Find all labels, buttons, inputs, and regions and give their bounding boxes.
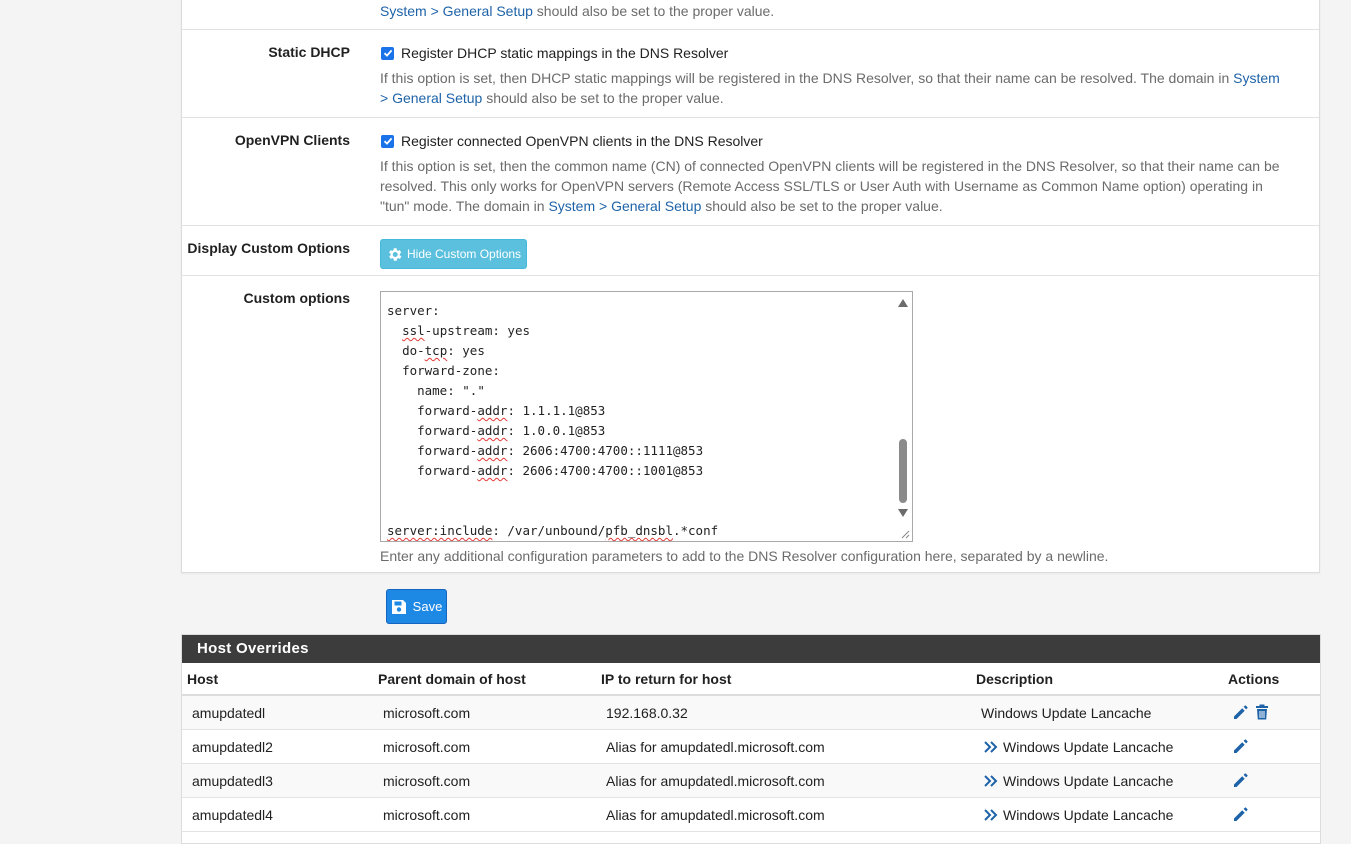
edit-icon[interactable]	[1232, 737, 1250, 755]
col-host[interactable]: Host	[187, 671, 218, 687]
static-dhcp-help: If this option is set, then DHCP static …	[380, 70, 1280, 106]
cell-host: amupdatedl3	[192, 773, 273, 789]
cell-ip: Alias for amupdatedl.microsoft.com	[606, 773, 825, 789]
textarea-scrollbar[interactable]	[895, 292, 912, 541]
static-dhcp-checkbox-line[interactable]: Register DHCP static mappings in the DNS…	[380, 43, 1291, 63]
col-parent-domain[interactable]: Parent domain of host	[378, 671, 526, 687]
edit-icon[interactable]	[1232, 805, 1250, 823]
scroll-down-arrow-icon[interactable]	[898, 509, 908, 517]
cell-domain: microsoft.com	[383, 739, 471, 755]
cell-description: Windows Update Lancache	[983, 807, 1173, 823]
cell-host: amupdatedl	[192, 705, 266, 721]
cell-host: amupdatedl2	[192, 739, 273, 755]
system-general-setup-link[interactable]: System > General Setup	[380, 3, 533, 19]
openvpn-general-setup-link[interactable]: System > General Setup	[548, 198, 701, 214]
code-line: forward-addr: 2606:4700:4700::1111@853	[417, 443, 704, 458]
code-line: forward-addr: 1.1.1.1@853	[417, 403, 606, 418]
cell-description: Windows Update Lancache	[981, 705, 1152, 721]
table-header: Host Parent domain of host IP to return …	[182, 663, 1320, 696]
cell-ip: 192.168.0.32	[606, 705, 688, 721]
openvpn-clients-checkbox-label[interactable]: Register connected OpenVPN clients in th…	[401, 133, 763, 149]
code-line: server:	[387, 303, 440, 318]
table-row: amupdatedl2 microsoft.com Alias for amup…	[182, 730, 1320, 764]
custom-options-row: Custom options server: ssl-upstream: yes…	[182, 276, 1319, 572]
code-line: forward-addr: 1.0.0.1@853	[417, 423, 606, 438]
openvpn-clients-row: OpenVPN Clients Register connected OpenV…	[182, 118, 1319, 226]
top-note-help: System > General Setup should also be se…	[380, 3, 775, 19]
floppy-disk-icon	[391, 599, 406, 614]
edit-icon[interactable]	[1232, 703, 1250, 721]
double-chevron-right-icon	[984, 775, 998, 787]
cell-description: Windows Update Lancache	[983, 739, 1173, 755]
code-line: forward-zone:	[402, 363, 500, 378]
gear-icon	[389, 247, 402, 261]
edit-icon[interactable]	[1232, 771, 1250, 789]
static-dhcp-checkbox[interactable]	[381, 46, 394, 60]
col-actions: Actions	[1228, 671, 1280, 687]
static-dhcp-label: Static DHCP	[268, 44, 350, 60]
save-button[interactable]: Save	[386, 589, 447, 624]
host-overrides-title: Host Overrides	[182, 635, 1320, 663]
table-row: amupdatedl microsoft.com 192.168.0.32 Wi…	[182, 696, 1320, 730]
custom-options-textarea[interactable]: server: ssl-upstream: yes do-tcp: yes fo…	[380, 291, 913, 542]
double-chevron-right-icon	[984, 809, 998, 821]
table-row: amupdatedl4 microsoft.com Alias for amup…	[182, 798, 1320, 832]
scroll-up-arrow-icon[interactable]	[898, 299, 908, 307]
code-line: name: "."	[417, 383, 485, 398]
code-line: server:include: /var/unbound/pfb_dnsbl.*…	[387, 523, 719, 538]
openvpn-clients-checkbox[interactable]	[381, 134, 394, 148]
custom-options-help: Enter any additional configuration param…	[380, 548, 1109, 564]
openvpn-clients-help: If this option is set, then the common n…	[380, 158, 1280, 214]
resize-handle-icon[interactable]	[900, 529, 910, 539]
hide-custom-options-label[interactable]: Hide Custom Options	[407, 247, 521, 261]
table-row: amupdatedl3 microsoft.com Alias for amup…	[182, 764, 1320, 798]
display-custom-options-label: Display Custom Options	[187, 240, 350, 256]
top-note-row: System > General Setup should also be se…	[182, 0, 1319, 30]
cell-ip: Alias for amupdatedl.microsoft.com	[606, 807, 825, 823]
static-dhcp-row: Static DHCP Register DHCP static mapping…	[182, 30, 1319, 118]
code-line: do-tcp: yes	[402, 343, 485, 358]
cell-description: Windows Update Lancache	[983, 773, 1173, 789]
col-description[interactable]: Description	[976, 671, 1053, 687]
col-ip[interactable]: IP to return for host	[601, 671, 731, 687]
save-label[interactable]: Save	[413, 599, 443, 614]
double-chevron-right-icon	[984, 741, 998, 753]
cell-domain: microsoft.com	[383, 773, 471, 789]
resolver-settings-panel: System > General Setup should also be se…	[181, 0, 1320, 573]
openvpn-clients-checkbox-line[interactable]: Register connected OpenVPN clients in th…	[380, 131, 1291, 151]
trash-icon[interactable]	[1253, 703, 1271, 721]
static-dhcp-checkbox-label[interactable]: Register DHCP static mappings in the DNS…	[401, 45, 728, 61]
openvpn-clients-label: OpenVPN Clients	[234, 132, 350, 148]
hide-custom-options-button[interactable]: Hide Custom Options	[380, 239, 528, 269]
custom-options-label: Custom options	[243, 290, 350, 306]
host-overrides-panel: Host Overrides Host Parent domain of hos…	[181, 634, 1321, 844]
code-line: forward-addr: 2606:4700:4700::1001@853	[417, 463, 704, 478]
cell-domain: microsoft.com	[383, 705, 471, 721]
scrollbar-thumb[interactable]	[899, 439, 907, 503]
cell-host: amupdatedl4	[192, 807, 273, 823]
cell-domain: microsoft.com	[383, 807, 471, 823]
cell-ip: Alias for amupdatedl.microsoft.com	[606, 739, 825, 755]
display-custom-options-row: Display Custom Options Hide Custom Optio…	[182, 226, 1319, 276]
code-line: ssl-upstream: yes	[402, 323, 530, 338]
